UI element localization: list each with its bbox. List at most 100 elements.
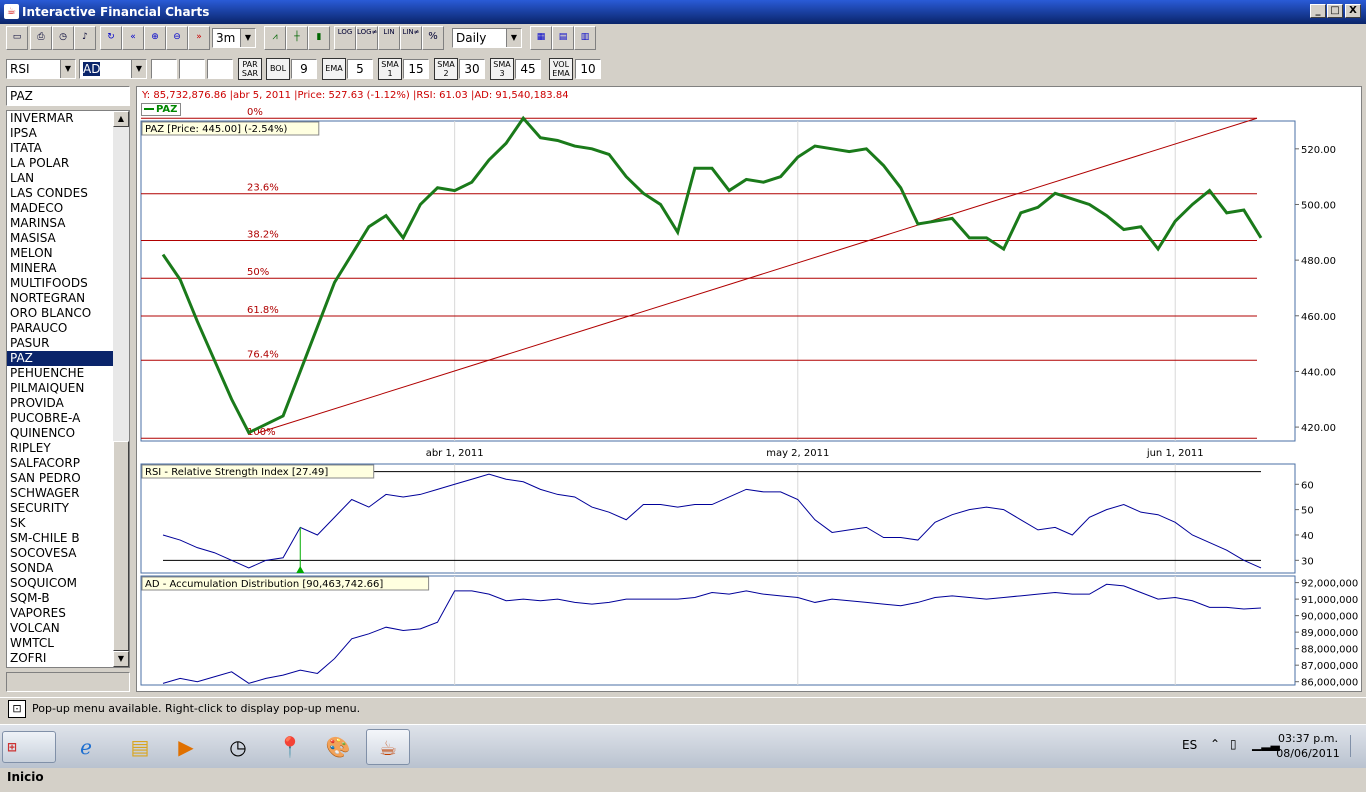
clock-app-icon[interactable]: ◷ (216, 729, 260, 765)
symbol-list-item[interactable]: MARINSA (7, 216, 113, 231)
symbol-list-item[interactable]: SECURITY (7, 501, 113, 516)
symbol-list-item[interactable]: ORO BLANCO (7, 306, 113, 321)
chart-svg[interactable]: 420.00 440.00 460.00 480.00 500.00 520.00 0% 23… (137, 87, 1363, 693)
zoom-in-icon[interactable]: ⊕ (144, 26, 166, 50)
ohlc-chart-icon[interactable]: ┼ (286, 26, 308, 50)
bol-value[interactable]: 9 (291, 59, 317, 79)
symbol-list-item[interactable]: WMTCL (7, 636, 113, 651)
symbol-field[interactable]: PAZ (6, 86, 130, 106)
param-box-1[interactable] (151, 59, 177, 79)
close-button[interactable]: X (1345, 4, 1361, 18)
volema-button[interactable]: VOL EMA (549, 58, 573, 80)
param-box-3[interactable] (207, 59, 233, 79)
volema-value[interactable]: 10 (575, 59, 601, 79)
symbol-list-item[interactable]: PROVIDA (7, 396, 113, 411)
language-indicator[interactable]: ES (1182, 738, 1197, 752)
zoom-out-icon[interactable]: ⊖ (166, 26, 188, 50)
symbol-list-item[interactable]: MADECO (7, 201, 113, 216)
ema-value[interactable]: 5 (347, 59, 373, 79)
power-icon[interactable]: ▯ (1230, 737, 1237, 751)
symbol-list-item[interactable]: SAN PEDRO (7, 471, 113, 486)
forward-icon[interactable]: » (188, 26, 210, 50)
sma3-value[interactable]: 45 (515, 59, 541, 79)
sma2-button[interactable]: SMA 2 (434, 58, 458, 80)
sma3-button[interactable]: SMA 3 (490, 58, 514, 80)
symbol-list-item[interactable]: SOCOVESA (7, 546, 113, 561)
line-chart-icon[interactable]: ⩘ (264, 26, 286, 50)
media-player-icon[interactable]: ▶ (164, 729, 208, 765)
symbol-list-item[interactable]: NORTEGRAN (7, 291, 113, 306)
folder-icon[interactable]: ▤ (118, 729, 162, 765)
percent-button[interactable]: % (422, 26, 444, 50)
table-icon[interactable]: ▥ (574, 26, 596, 50)
lin-ne-button[interactable]: LIN≠ (400, 26, 422, 50)
indicator1-select[interactable]: RSI ▼ (6, 59, 76, 79)
symbol-list-item[interactable]: MULTIFOODS (7, 276, 113, 291)
sma1-value[interactable]: 15 (403, 59, 429, 79)
symbol-list-item[interactable]: LAN (7, 171, 113, 186)
symbol-list-item[interactable]: SALFACORP (7, 456, 113, 471)
chart-area[interactable]: Y: 85,732,876.86 |abr 5, 2011 |Price: 52… (136, 86, 1362, 692)
symbol-list-item[interactable]: ZOFRI (7, 651, 113, 666)
refresh-icon[interactable]: ↻ (100, 26, 122, 50)
lin-button[interactable]: LIN (378, 26, 400, 50)
symbol-list-item[interactable]: MASISA (7, 231, 113, 246)
clock-icon[interactable]: ◷ (52, 26, 74, 50)
bol-button[interactable]: BOL (266, 58, 290, 80)
symbol-list-item[interactable]: VAPORES (7, 606, 113, 621)
sma2-value[interactable]: 30 (459, 59, 485, 79)
start-button[interactable]: ⊞ Inicio (2, 731, 56, 784)
pushpin-icon[interactable]: 📍 (268, 729, 312, 765)
symbol-list-item[interactable]: VOLCAN (7, 621, 113, 636)
symbol-list-item[interactable]: MELON (7, 246, 113, 261)
candle-chart-icon[interactable]: ▮ (308, 26, 330, 50)
symbol-list-item[interactable]: PASUR (7, 336, 113, 351)
symbol-list-item[interactable]: RIPLEY (7, 441, 113, 456)
color-settings-icon[interactable]: ▦ (530, 26, 552, 50)
indicator2-select[interactable]: AD ▼ (79, 59, 147, 79)
symbol-list-item[interactable]: SK (7, 516, 113, 531)
minimize-button[interactable]: _ (1310, 4, 1326, 18)
log-button[interactable]: LOG (334, 26, 356, 50)
symbol-list-item[interactable]: PILMAIQUEN (7, 381, 113, 396)
maximize-button[interactable]: □ (1327, 4, 1343, 18)
parsar-button[interactable]: PAR SAR (238, 58, 262, 80)
scroll-up-icon[interactable]: ▲ (113, 111, 129, 127)
symbol-list[interactable]: INVERMAR IPSA ITATA LA POLAR LAN LAS CONDES MA… (6, 110, 130, 668)
symbol-list-item[interactable]: SM-CHILE B (7, 531, 113, 546)
print-preview-icon[interactable]: ▭ (6, 26, 28, 50)
speaker-icon[interactable]: ♪ (74, 26, 96, 50)
scrollbar-thumb[interactable] (113, 441, 129, 651)
interval-select[interactable]: Daily ▼ (452, 28, 522, 48)
internet-explorer-icon[interactable]: ℯ (64, 729, 108, 765)
print-icon[interactable]: ⎙ (30, 26, 52, 50)
show-desktop-button[interactable] (1350, 735, 1364, 757)
symbol-list-item[interactable]: LAS CONDES (7, 186, 113, 201)
scroll-down-icon[interactable]: ▼ (113, 651, 129, 667)
rewind-icon[interactable]: « (122, 26, 144, 50)
symbol-list-item[interactable]: PAZ (7, 351, 113, 366)
log-ne-button[interactable]: LOG≠ (356, 26, 378, 50)
symbol-list-item[interactable]: PUCOBRE-A (7, 411, 113, 426)
list-scrollbar[interactable]: ▲ ▼ (113, 111, 129, 667)
symbol-list-item[interactable]: MINERA (7, 261, 113, 276)
symbol-list-item[interactable]: INVERMAR (7, 111, 113, 126)
clock[interactable]: 03:37 p.m. 08/06/2011 (1272, 731, 1344, 761)
symbol-list-item[interactable]: PARAUCO (7, 321, 113, 336)
symbol-list-item[interactable]: SCHWAGER (7, 486, 113, 501)
java-app-icon[interactable]: ☕ (366, 729, 410, 765)
symbol-list-item[interactable]: SQM-B (7, 591, 113, 606)
symbol-list-item[interactable]: IPSA (7, 126, 113, 141)
sma1-button[interactable]: SMA 1 (378, 58, 402, 80)
show-hidden-icons-icon[interactable]: ⌃ (1210, 737, 1220, 751)
symbol-list-item[interactable]: QUINENCO (7, 426, 113, 441)
symbol-list-item[interactable]: PEHUENCHE (7, 366, 113, 381)
chart-settings-icon[interactable]: ▤ (552, 26, 574, 50)
symbol-list-item[interactable]: SOQUICOM (7, 576, 113, 591)
param-box-2[interactable] (179, 59, 205, 79)
symbol-list-item[interactable]: ITATA (7, 141, 113, 156)
symbol-list-item[interactable]: SONDA (7, 561, 113, 576)
paint-icon[interactable]: 🎨 (316, 729, 360, 765)
ema-button[interactable]: EMA (322, 58, 346, 80)
symbol-list-item[interactable]: LA POLAR (7, 156, 113, 171)
